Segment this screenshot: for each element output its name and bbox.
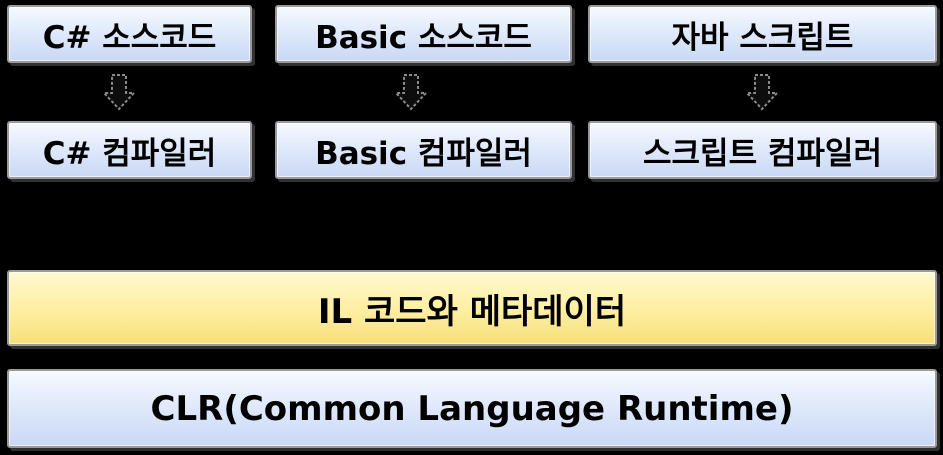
source-box-csharp: C# 소스코드 [7, 5, 252, 63]
arrow-down-icon [394, 74, 428, 111]
source-label: Basic 소스코드 [315, 19, 532, 56]
compiler-box-basic: Basic 컴파일러 [275, 121, 572, 179]
source-label: C# 소스코드 [42, 19, 217, 56]
arrow-down-icon [102, 74, 136, 111]
source-label: 자바 스크립트 [671, 19, 854, 56]
clr-label: CLR(Common Language Runtime) [150, 388, 794, 429]
il-metadata-box: IL 코드와 메타데이터 [7, 270, 937, 346]
source-box-basic: Basic 소스코드 [275, 5, 572, 63]
clr-box: CLR(Common Language Runtime) [7, 369, 937, 448]
compiler-label: C# 컴파일러 [42, 135, 217, 172]
compiler-box-script: 스크립트 컴파일러 [588, 121, 937, 179]
source-box-javascript: 자바 스크립트 [588, 5, 937, 63]
compiler-label: Basic 컴파일러 [315, 135, 532, 172]
il-metadata-label: IL 코드와 메타데이터 [317, 291, 627, 332]
arrow-down-icon [745, 74, 779, 111]
compiler-box-csharp: C# 컴파일러 [7, 121, 252, 179]
compiler-label: 스크립트 컴파일러 [643, 135, 882, 172]
